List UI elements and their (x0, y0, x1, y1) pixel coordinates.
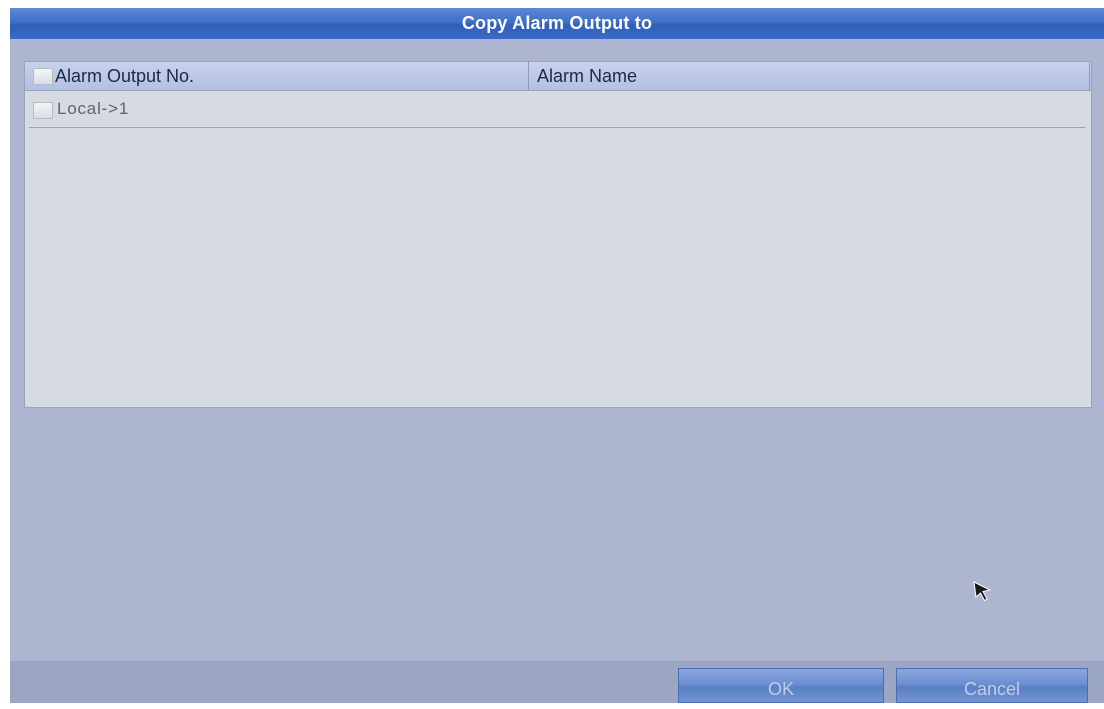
column-header-alarm-output-no[interactable]: Alarm Output No. (25, 62, 529, 90)
cancel-button[interactable]: Cancel (896, 668, 1088, 703)
copy-alarm-output-dialog: Copy Alarm Output to Alarm Output No. Al… (10, 8, 1104, 703)
table-header: Alarm Output No. Alarm Name (25, 62, 1091, 91)
ok-button[interactable]: OK (678, 668, 884, 703)
alarm-output-table: Alarm Output No. Alarm Name Local->1 (24, 61, 1092, 408)
column-label-alarm-name: Alarm Name (537, 66, 638, 86)
row-divider (29, 127, 1085, 128)
alarm-output-no-cell: Local->1 (57, 99, 130, 118)
column-header-alarm-name[interactable]: Alarm Name (529, 62, 1090, 90)
table-row[interactable]: Local->1 (25, 91, 1089, 129)
row-checkbox[interactable] (33, 102, 53, 119)
dialog-title: Copy Alarm Output to (10, 8, 1104, 39)
select-all-checkbox[interactable] (33, 68, 53, 85)
column-label-alarm-output-no: Alarm Output No. (55, 66, 195, 86)
mouse-pointer-icon (973, 581, 992, 602)
